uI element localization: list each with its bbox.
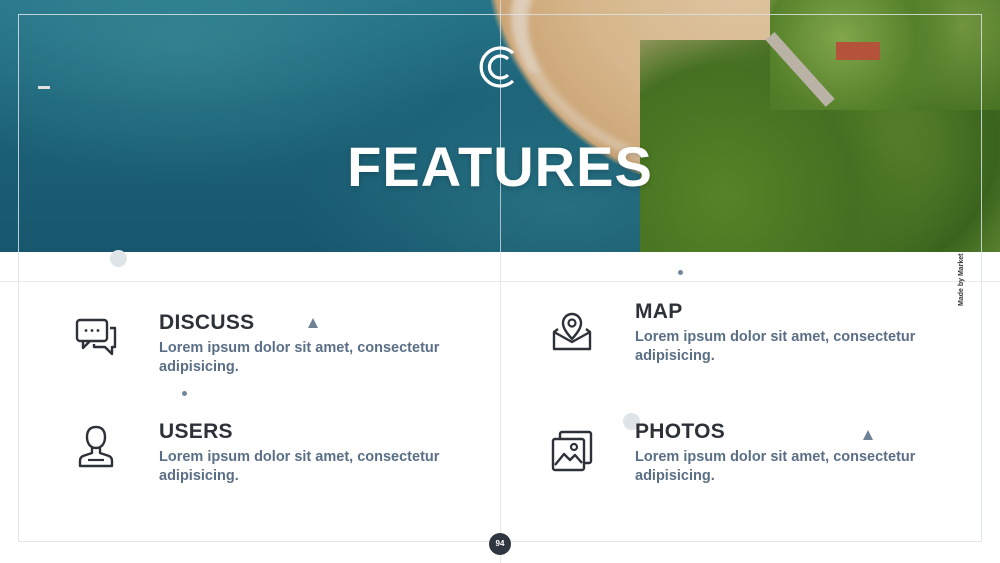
map-pin-envelope-icon [552, 312, 592, 351]
feature-description: Lorem ipsum dolor sit amet, consectetur … [159, 449, 440, 484]
decor-dot-small [678, 270, 683, 275]
feature-heading: USERS [159, 420, 233, 443]
logo-icon [479, 46, 515, 88]
credit-text: Made by Market [958, 253, 965, 306]
feature-heading: MAP [635, 300, 683, 323]
decor-triangle [863, 430, 873, 440]
feature-description: Lorem ipsum dolor sit amet, consectetur … [635, 449, 916, 484]
user-icon [78, 425, 114, 468]
page-number-badge: 94 [489, 533, 511, 555]
decor-dot-small [182, 391, 187, 396]
feature-description: Lorem ipsum dolor sit amet, consectetur … [635, 329, 916, 364]
slide-title: FEATURES [347, 135, 653, 198]
feature-description: Lorem ipsum dolor sit amet, consectetur … [159, 340, 440, 375]
decor-dot [110, 250, 127, 267]
horizontal-guide-line [0, 281, 1000, 282]
feature-heading: DISCUSS [159, 311, 255, 334]
photos-icon [551, 430, 593, 472]
chat-bubbles-icon [75, 318, 117, 356]
decor-triangle [308, 318, 318, 328]
feature-heading: PHOTOS [635, 420, 726, 443]
